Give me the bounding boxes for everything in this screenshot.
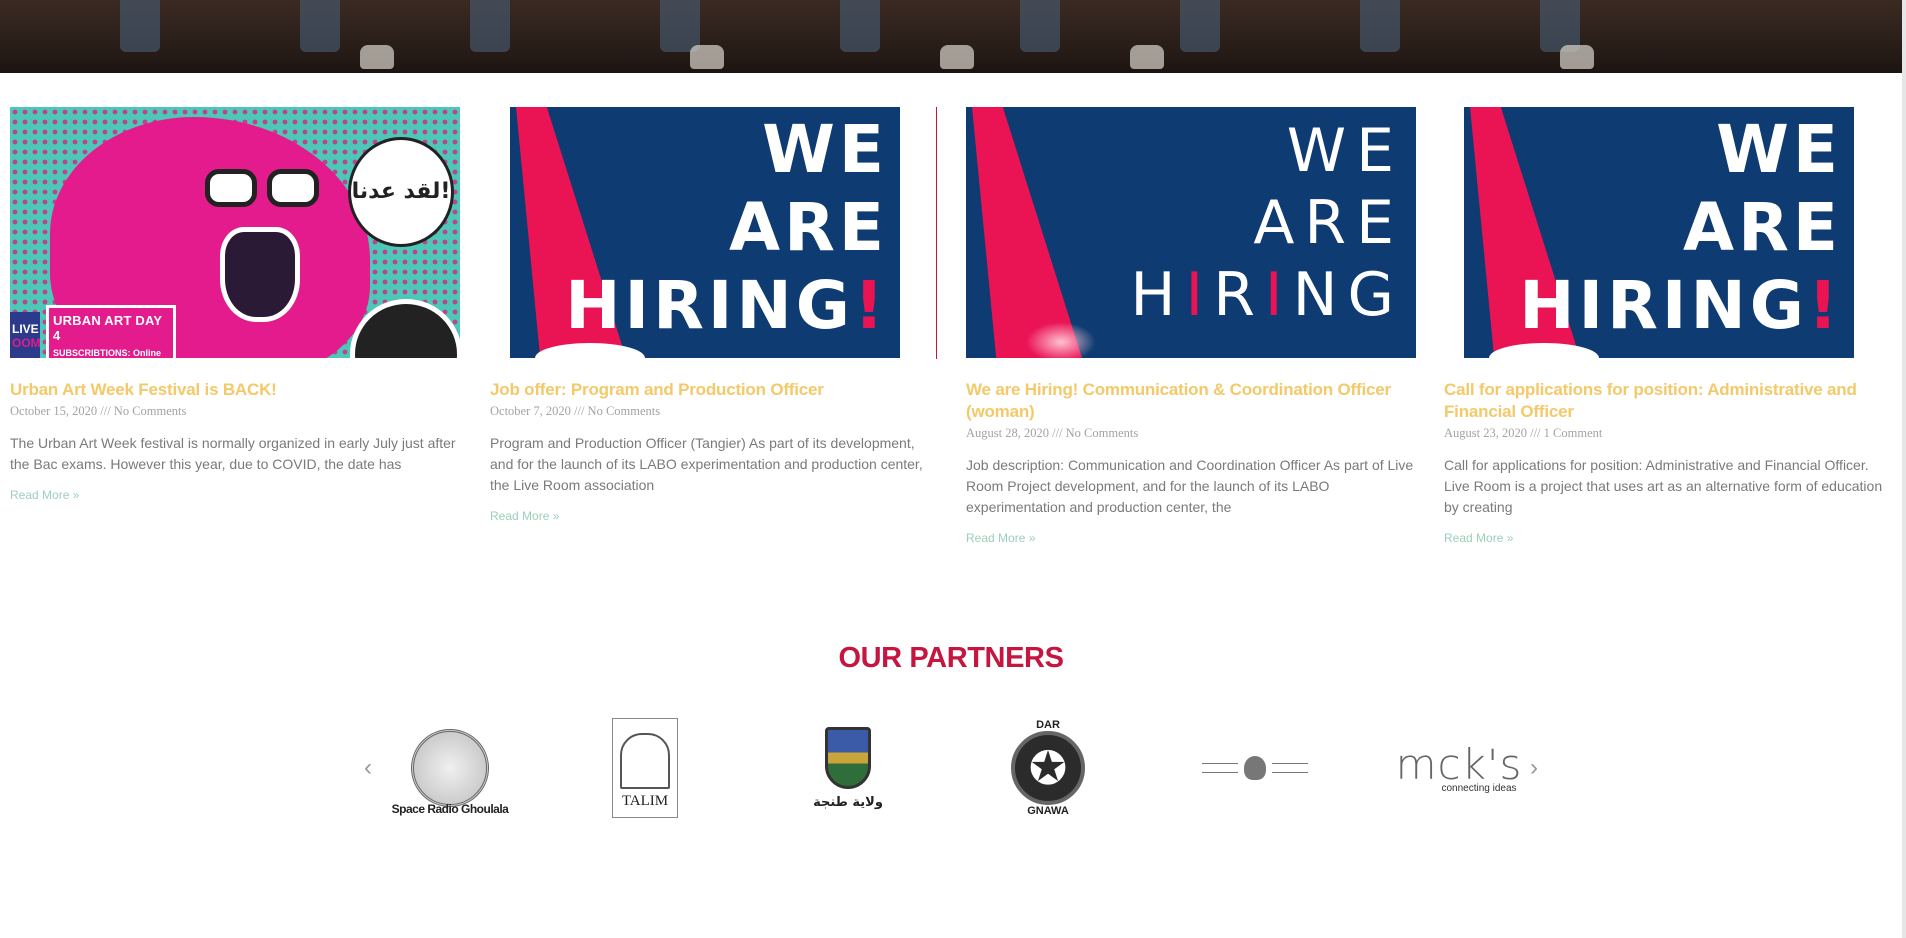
post-excerpt: Call for applications for position: Admi… [1444, 457, 1883, 515]
hero-figure [470, 0, 510, 52]
logo-label: TALIM [621, 792, 669, 809]
logo-tagline: connecting ideas [1441, 782, 1517, 794]
hero-shoe [360, 45, 394, 69]
mouth-illustration [220, 227, 300, 322]
post-thumbnail[interactable]: WE ARE HIRING! [510, 107, 900, 358]
hero-figure [1020, 0, 1060, 52]
post-thumbnail[interactable]: WE ARE HIRING [966, 107, 1416, 358]
ministry-text-left [1202, 763, 1238, 773]
live-room-badge: LIVE OOM [10, 312, 41, 358]
event-banner-title: URBAN ART DAY 4 [53, 313, 163, 343]
post-meta: October 7, 2020 /// No Comments [490, 404, 661, 418]
post-meta: August 28, 2020 /// No Comments [966, 426, 1139, 440]
event-banner: URBAN ART DAY 4 SUBSCRIBTIONS: Online [46, 305, 176, 358]
hero-shoe [940, 45, 974, 69]
partners-carousel: ‹ Space Radio Ghoulala TALIM ولاية طنجة … [358, 718, 1548, 822]
mcks-logo[interactable]: mck's connecting ideas [1394, 718, 1524, 818]
post-excerpt: Program and Production Officer (Tangier)… [490, 435, 923, 493]
speech-bubble: لقد عدنا! [348, 137, 454, 247]
ministry-of-culture-logo[interactable] [1194, 718, 1316, 818]
logo-label: ولاية طنجة [813, 794, 883, 810]
post-meta: October 15, 2020 /// No Comments [10, 404, 187, 418]
wilaya-tanger-logo[interactable]: ولاية طنجة [803, 718, 893, 818]
page-scrollbar[interactable] [1902, 0, 1906, 938]
read-more-link[interactable]: Read More » [1444, 531, 1513, 545]
spotlight-beam [972, 107, 1082, 358]
logo-label: Space Radio Ghoulala [391, 802, 509, 816]
post-title[interactable]: We are Hiring! Communication & Coordinat… [966, 379, 1416, 423]
hiring-text: WE ARE HIRING! [1519, 111, 1842, 344]
hero-shoe [1130, 45, 1164, 69]
hero-shoe [1560, 45, 1594, 69]
hero-image-strip [0, 0, 1902, 73]
radio-emblem-icon [411, 729, 489, 807]
hiring-text: WE ARE HIRING! [565, 111, 888, 344]
post-title[interactable]: Call for applications for position: Admi… [1444, 379, 1894, 423]
hiring-text: WE ARE HIRING [1130, 116, 1404, 330]
post-title[interactable]: Urban Art Week Festival is BACK! [10, 379, 460, 401]
logo-wordmark: mck's [1395, 739, 1523, 789]
chevron-left-icon[interactable]: ‹ [358, 756, 378, 780]
hero-figure [660, 0, 700, 52]
hero-shoe [690, 45, 724, 69]
royal-emblem-icon [1244, 756, 1266, 780]
post-card: WE ARE HIRING We are Hiring! Communicati… [966, 107, 1416, 547]
logo-label-bottom: GNAWA [1027, 805, 1069, 817]
post-excerpt: Job description: Communication and Coord… [966, 457, 1414, 515]
post-card: لقد عدنا! LIVE OOM URBAN ART DAY 4 SUBSCR… [10, 107, 460, 504]
hero-figure [300, 0, 340, 52]
sunglasses-illustration [205, 169, 325, 207]
dar-gnawa-logo[interactable]: DAR ✪ GNAWA [1008, 718, 1088, 818]
star-emblem-icon: ✪ [1011, 731, 1085, 805]
read-more-link[interactable]: Read More » [10, 488, 79, 502]
hero-figure [1180, 0, 1220, 52]
coat-of-arms-icon [825, 726, 871, 789]
partners-heading: OUR PARTNERS [838, 642, 1064, 674]
hero-figure [120, 0, 160, 52]
hero-figure [1360, 0, 1400, 52]
read-more-link[interactable]: Read More » [966, 531, 1035, 545]
post-thumbnail[interactable]: WE ARE HIRING! [1464, 107, 1854, 358]
event-banner-subtitle: SUBSCRIBTIONS: Online [53, 348, 162, 358]
talim-logo[interactable]: TALIM [612, 718, 678, 818]
space-radio-ghoulala-logo[interactable]: Space Radio Ghoulala [380, 718, 520, 818]
logo-label-top: DAR [1036, 719, 1060, 731]
post-card: WE ARE HIRING! Call for applications for… [1444, 107, 1894, 547]
column-divider [936, 107, 937, 359]
post-title[interactable]: Job offer: Program and Production Office… [490, 379, 940, 401]
building-icon [620, 732, 670, 789]
post-meta: August 23, 2020 /// 1 Comment [1444, 426, 1603, 440]
spotlight-glow [1026, 322, 1096, 358]
chevron-right-icon[interactable]: › [1524, 756, 1544, 780]
ministry-text-right [1272, 763, 1308, 773]
post-excerpt: The Urban Art Week festival is normally … [10, 435, 456, 472]
post-thumbnail[interactable]: لقد عدنا! LIVE OOM URBAN ART DAY 4 SUBSCR… [10, 107, 460, 358]
post-card: WE ARE HIRING! Job offer: Program and Pr… [490, 107, 940, 525]
read-more-link[interactable]: Read More » [490, 509, 559, 523]
hero-figure [840, 0, 880, 52]
